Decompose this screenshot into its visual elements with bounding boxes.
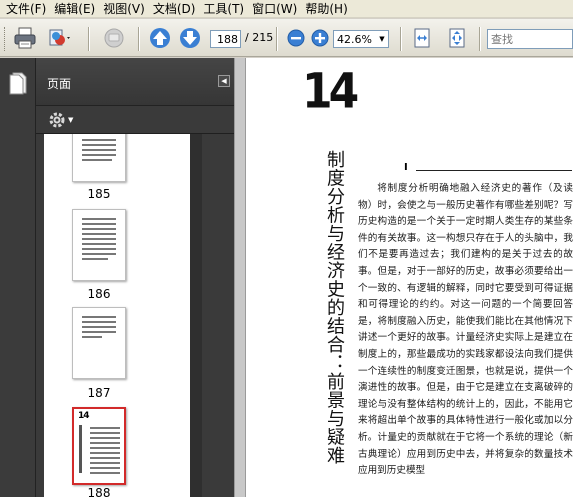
page-thumbnail-label: 186 xyxy=(87,287,111,301)
page-thumbnail-label: 185 xyxy=(87,187,111,201)
chapter-title: 制度分析与经济史的结合：前景与疑难 xyxy=(324,150,345,465)
document-view[interactable]: 14 制度分析与经济史的结合：前景与疑难 I 将制度分析明确地融入经济史的著作（… xyxy=(246,58,573,497)
zoom-out-button[interactable] xyxy=(283,25,309,51)
thumbnail-chapter-number: 14 xyxy=(78,411,89,421)
pages-nav-button[interactable] xyxy=(8,71,28,98)
chapter-number: 14 xyxy=(302,63,359,120)
pages-icon xyxy=(9,72,27,95)
share-button[interactable] xyxy=(46,25,72,51)
fit-page-button[interactable] xyxy=(444,25,470,51)
panel-title: 页面 xyxy=(47,77,72,91)
search-input[interactable] xyxy=(487,29,573,49)
gear-icon xyxy=(49,112,65,128)
menu-document[interactable]: 文档(D) xyxy=(149,0,200,18)
page-thumbnail[interactable] xyxy=(72,307,126,379)
panel-scrollbar[interactable] xyxy=(190,134,202,497)
arrow-down-icon xyxy=(180,28,200,48)
fit-page-icon xyxy=(449,28,465,48)
page-thumbnail[interactable] xyxy=(72,209,126,281)
menu-tools[interactable]: 工具(T) xyxy=(199,0,248,18)
menu-view[interactable]: 视图(V) xyxy=(99,0,149,18)
page-thumbnail-label: 187 xyxy=(87,386,111,400)
navigation-strip xyxy=(0,58,36,497)
print-button[interactable] xyxy=(12,25,38,51)
paragraph: 将制度分析明确地融入经济史的著作（及读物）时，会使之与一般历史著作有哪些差别呢？… xyxy=(358,183,573,477)
zoom-in-button[interactable] xyxy=(307,25,333,51)
page-thumbnail-selected[interactable]: 14 xyxy=(72,407,126,485)
menu-window[interactable]: 窗口(W) xyxy=(248,0,301,18)
menu-bar: 文件(F) 编辑(E) 视图(V) 文档(D) 工具(T) 窗口(W) 帮助(H… xyxy=(0,0,573,18)
next-page-button[interactable] xyxy=(177,25,203,51)
body-text: 将制度分析明确地融入经济史的著作（及读物）时，会使之与一般历史著作有哪些差别呢？… xyxy=(358,181,573,480)
page-thumbnail-label: 188 xyxy=(87,486,111,497)
chevron-down-icon: ▼ xyxy=(68,116,74,124)
previous-page-button[interactable] xyxy=(147,25,173,51)
minus-circle-icon xyxy=(287,29,305,47)
section-marker: I xyxy=(404,162,408,173)
page-thumbnails: 185 186 187 14 188 xyxy=(44,134,190,497)
options-menu-button[interactable]: ▼ xyxy=(48,111,73,129)
section-rule xyxy=(416,170,572,171)
menu-file[interactable]: 文件(F) xyxy=(2,0,50,18)
zoom-select[interactable]: ▼ xyxy=(333,30,389,48)
comment-icon xyxy=(104,28,124,48)
panel-options-bar: ▼ xyxy=(36,106,234,134)
zoom-input[interactable] xyxy=(334,31,376,47)
panel-header: 页面 ◀ xyxy=(36,58,234,106)
fit-width-icon xyxy=(414,28,430,48)
printer-icon xyxy=(14,27,36,49)
menu-help[interactable]: 帮助(H) xyxy=(301,0,351,18)
collapse-panel-button[interactable]: ◀ xyxy=(218,75,230,87)
chevron-down-icon[interactable]: ▼ xyxy=(376,31,388,47)
fit-width-button[interactable] xyxy=(409,25,435,51)
arrow-up-icon xyxy=(150,28,170,48)
comment-button[interactable] xyxy=(101,25,127,51)
panel-splitter[interactable] xyxy=(234,58,246,497)
toolbar-grip[interactable] xyxy=(4,27,7,51)
page-number-input[interactable] xyxy=(210,30,241,48)
page-thumbnail[interactable] xyxy=(72,134,126,182)
share-icon xyxy=(49,29,70,46)
plus-circle-icon xyxy=(311,29,329,47)
menu-edit[interactable]: 编辑(E) xyxy=(50,0,99,18)
page-count: / 215 xyxy=(245,31,274,44)
